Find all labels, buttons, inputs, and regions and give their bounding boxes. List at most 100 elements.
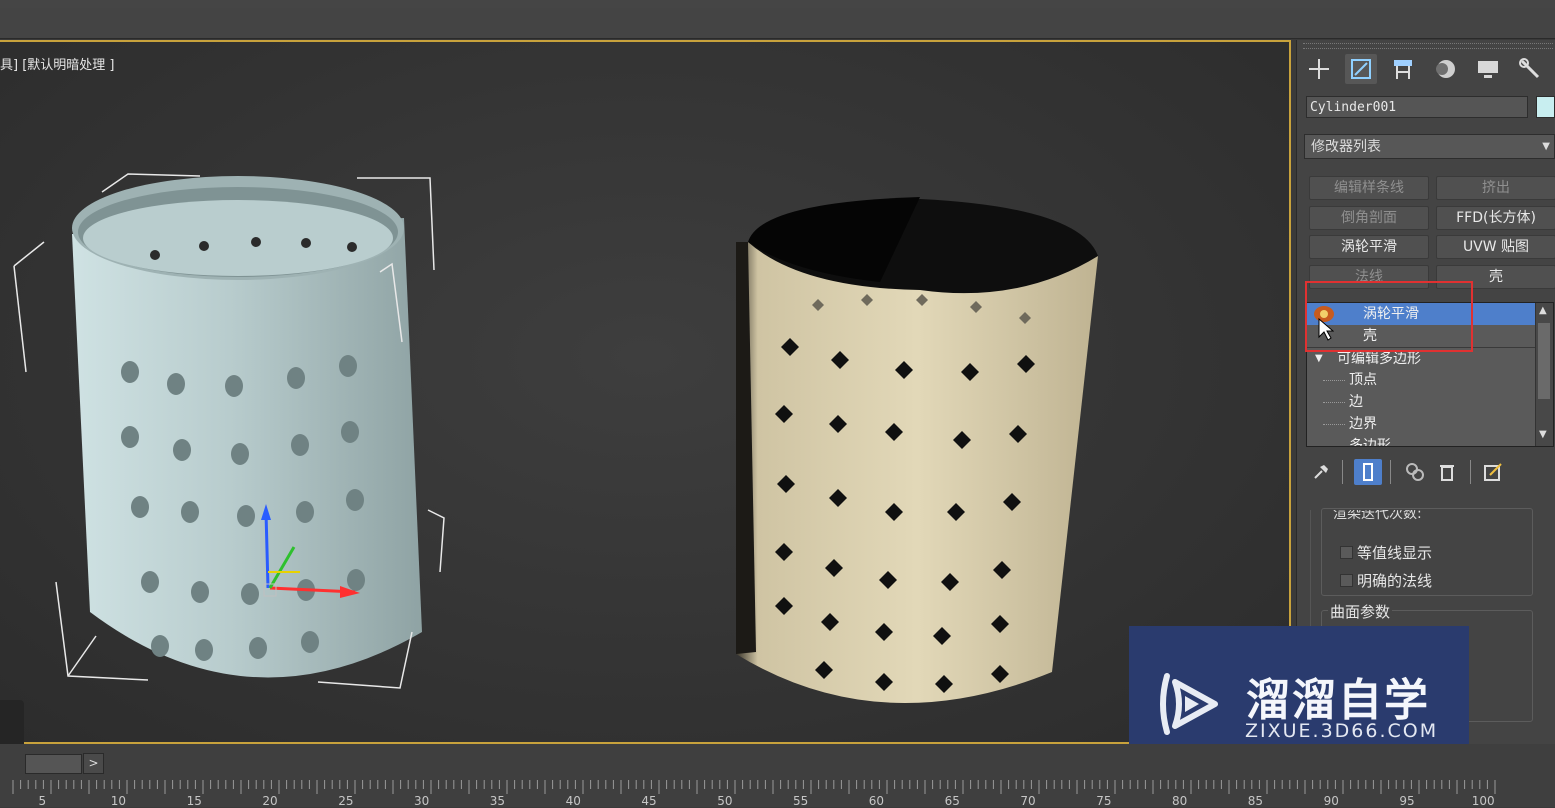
hole (341, 421, 359, 443)
stack-subitem-vertex[interactable]: 顶点 (1307, 369, 1537, 391)
hole (339, 355, 357, 377)
separator (1342, 460, 1343, 484)
display-icon[interactable] (1472, 54, 1504, 84)
hole (237, 505, 255, 527)
perspective-viewport[interactable]: 具] [默认明暗处理 ] (0, 40, 1291, 744)
hole (301, 631, 319, 653)
scroll-up-icon[interactable]: ▲ (1539, 305, 1547, 316)
make-unique-icon[interactable] (1404, 459, 1426, 485)
timeline-ruler[interactable]: 5 10 15 20 25 30 35 40 45 50 55 60 65 70 75 80 85 90 95 100 (0, 780, 1555, 808)
cylinder-right-faceted (736, 197, 1098, 704)
ruler-label: 85 (1247, 794, 1264, 808)
scroll-thumb[interactable] (1538, 323, 1550, 399)
hole (131, 496, 149, 518)
ruler-label: 90 (1323, 794, 1339, 808)
hole (347, 569, 365, 591)
cylinder-left-smooth (72, 176, 422, 678)
hierarchy-icon[interactable] (1387, 54, 1419, 84)
hole (151, 635, 169, 657)
next-frame-button[interactable]: > (83, 753, 104, 774)
ruler-label: 20 (262, 794, 278, 808)
main-toolbar (0, 8, 1555, 39)
ruler-label: 65 (944, 794, 960, 808)
hole (167, 373, 185, 395)
ruler-label: 25 (338, 794, 354, 808)
explicit-normals-checkbox[interactable] (1340, 574, 1353, 587)
modifier-button-extrude[interactable]: 挤出 (1436, 176, 1555, 200)
modifier-button-uvw-map[interactable]: UVW 贴图 (1436, 235, 1555, 259)
hole (241, 583, 259, 605)
hole (121, 361, 139, 383)
time-slider[interactable]: > (0, 752, 110, 774)
utilities-icon[interactable] (1514, 54, 1546, 84)
isoline-display-checkbox[interactable] (1340, 546, 1353, 559)
remove-modifier-icon[interactable] (1436, 459, 1458, 485)
hole (291, 434, 309, 456)
tree-line (1323, 402, 1345, 403)
hole (141, 571, 159, 593)
stack-item-label: 边界 (1349, 416, 1377, 432)
separator (1390, 460, 1391, 484)
stack-subitem-border[interactable]: 边界 (1307, 413, 1537, 435)
scroll-down-icon[interactable]: ▼ (1539, 429, 1547, 440)
viewport-scene (13, 173, 1098, 704)
ruler-label: 50 (717, 794, 733, 808)
hole (231, 443, 249, 465)
modifier-button-bevel-profile[interactable]: 倒角剖面 (1309, 206, 1429, 230)
ruler-label: 15 (186, 794, 202, 808)
render-iterations-label: 渲染迭代次数: (1333, 510, 1422, 522)
hole (287, 367, 305, 389)
checkbox-label: 明确的法线 (1357, 572, 1433, 590)
object-name-field[interactable]: Cylinder001 (1306, 96, 1528, 118)
show-end-result-icon[interactable] (1354, 459, 1382, 485)
stack-toolbar (1306, 456, 1546, 488)
stack-subitem-polygon[interactable]: 多边形 (1307, 435, 1537, 447)
modifier-list-dropdown[interactable]: 修改器列表 ▼ (1304, 134, 1555, 159)
stack-subitem-edge[interactable]: 边 (1307, 391, 1537, 413)
play-logo-icon (1160, 673, 1218, 735)
modifier-button-edit-spline[interactable]: 编辑样条线 (1309, 176, 1429, 200)
object-color-swatch[interactable] (1536, 96, 1555, 118)
time-slider-thumb[interactable] (25, 754, 82, 774)
chevron-down-icon: ▼ (1542, 141, 1550, 152)
ruler-label: 55 (793, 794, 809, 808)
mouse-cursor-icon (1318, 317, 1335, 346)
create-icon[interactable] (1303, 54, 1335, 84)
pin-stack-icon[interactable] (1310, 459, 1332, 485)
checkbox-label: 等值线显示 (1357, 544, 1433, 562)
watermark-title: 溜溜自学 (1246, 675, 1430, 726)
stack-item-label: 边 (1349, 394, 1363, 410)
hole (225, 375, 243, 397)
isoline-display-checkbox-row[interactable]: 等值线显示 (1340, 542, 1432, 563)
ruler-label: 95 (1399, 794, 1415, 808)
ruler-label: 10 (110, 794, 127, 808)
ruler-label: 30 (414, 794, 430, 808)
hole (296, 501, 314, 523)
ruler-label: 80 (1172, 794, 1188, 808)
ruler-label: 60 (868, 794, 885, 808)
tree-line (1323, 380, 1345, 381)
ruler-label: 45 (641, 794, 657, 808)
menu-bar (0, 0, 1555, 8)
hole (173, 439, 191, 461)
hole (121, 426, 139, 448)
separator (1470, 460, 1471, 484)
configure-sets-icon[interactable] (1482, 459, 1504, 485)
modify-icon[interactable] (1345, 54, 1377, 84)
ruler-label: 75 (1096, 794, 1112, 808)
timeline-area: > 5 10 15 20 25 30 35 40 45 50 55 60 65 70 75 80 85 90 95 1… (0, 744, 1555, 808)
hole (181, 501, 199, 523)
explicit-normals-checkbox-row[interactable]: 明确的法线 (1340, 570, 1432, 591)
tree-line (1323, 424, 1345, 425)
hole (195, 639, 213, 661)
stack-scrollbar[interactable]: ▲ ▼ (1535, 303, 1553, 446)
ruler-label: 5 (38, 794, 47, 808)
hole (249, 637, 267, 659)
modifier-button-ffd-box[interactable]: FFD(长方体) (1436, 206, 1555, 230)
stack-item-label: 多边形 (1349, 438, 1391, 447)
motion-icon[interactable] (1430, 54, 1462, 84)
modifier-button-turbosmooth[interactable]: 涡轮平滑 (1309, 235, 1429, 259)
panel-grip[interactable] (1303, 43, 1553, 49)
stack-item-label: 顶点 (1349, 372, 1377, 388)
hole (191, 581, 209, 603)
